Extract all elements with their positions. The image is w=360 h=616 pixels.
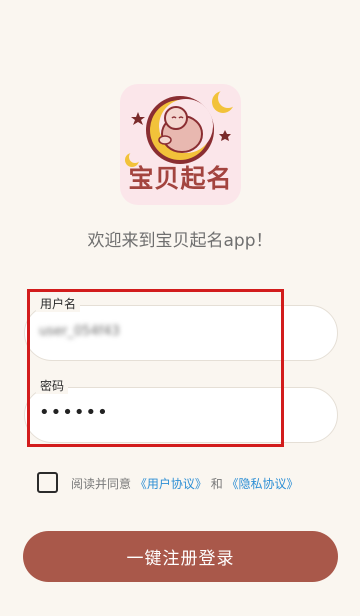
agreement-row: 阅读并同意 《用户协议》 和 《隐私协议》 xyxy=(37,472,337,494)
password-value: •••••• xyxy=(39,402,109,423)
username-field[interactable]: user_054f43 xyxy=(24,305,338,361)
agreement-prefix: 阅读并同意 xyxy=(71,477,132,491)
password-label: 密码 xyxy=(36,378,69,394)
agreement-checkbox[interactable] xyxy=(37,472,58,493)
agreement-and: 和 xyxy=(210,477,223,491)
login-screen: 宝贝起名 欢迎来到宝贝起名app！ user_054f43 用户名 ••••••… xyxy=(0,0,360,616)
password-field[interactable]: •••••• xyxy=(24,387,338,443)
agreement-text: 阅读并同意 《用户协议》 和 《隐私协议》 xyxy=(71,475,299,492)
username-label: 用户名 xyxy=(36,296,81,312)
username-value: user_054f43 xyxy=(39,324,120,339)
app-logo: 宝贝起名 xyxy=(120,84,241,205)
app-logo-text: 宝贝起名 xyxy=(128,164,233,193)
login-button[interactable]: 一键注册登录 xyxy=(23,531,338,582)
privacy-policy-link[interactable]: 《隐私协议》 xyxy=(227,477,299,491)
user-agreement-link[interactable]: 《用户协议》 xyxy=(135,477,207,491)
welcome-text: 欢迎来到宝贝起名app！ xyxy=(87,231,273,251)
